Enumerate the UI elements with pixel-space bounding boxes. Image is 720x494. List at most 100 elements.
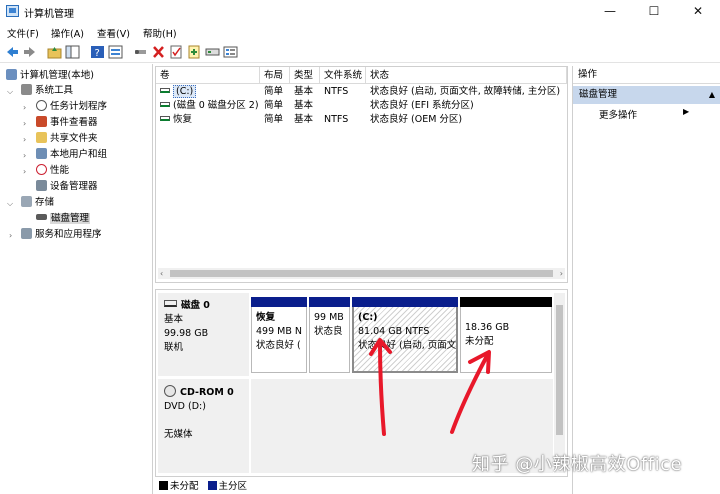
status-cell: 状态良好 (OEM 分区)	[370, 114, 463, 125]
toolbar: ?	[0, 42, 720, 63]
submenu-arrow-icon: ▶	[683, 107, 690, 116]
column-header-volume[interactable]: 卷	[156, 67, 260, 84]
partition-name: (C:)	[358, 312, 378, 323]
actions-header: 操作	[573, 66, 720, 84]
minimize-button[interactable]: —	[588, 0, 632, 23]
chevron-right-icon[interactable]: ›	[23, 103, 26, 112]
scroll-right-icon[interactable]: ›	[560, 268, 563, 279]
partition-recovery[interactable]: 恢复 499 MB N 状态良好 (	[251, 297, 307, 373]
status-cell: 状态良好 (启动, 页面文件, 故障转储, 主分区)	[370, 86, 561, 97]
up-folder-icon[interactable]	[47, 45, 62, 59]
drive-icon[interactable]	[205, 45, 220, 59]
volume-icon	[160, 102, 170, 107]
scrollbar-thumb[interactable]	[170, 270, 553, 277]
type-cell: 基本	[294, 114, 314, 125]
check-icon[interactable]	[169, 45, 184, 59]
menu-bar: 文件(F) 操作(A) 查看(V) 帮助(H)	[0, 23, 720, 42]
column-header-filesystem[interactable]: 文件系统	[320, 67, 366, 84]
disk-icon	[164, 300, 177, 307]
chevron-right-icon[interactable]: ›	[23, 135, 26, 144]
disk0-state: 联机	[164, 342, 184, 353]
menu-view[interactable]: 查看(V)	[97, 26, 130, 40]
tree-item-local-users[interactable]: 本地用户和组	[36, 147, 107, 162]
volume-icon	[160, 116, 170, 121]
tree-item-task-scheduler[interactable]: 任务计划程序	[36, 99, 107, 114]
tree-label-local-users: 本地用户和组	[50, 149, 108, 160]
tree-item-root[interactable]: 计算机管理(本地)	[6, 68, 94, 83]
delete-icon[interactable]	[151, 45, 166, 59]
column-header-layout[interactable]: 布局	[260, 67, 290, 84]
tree-item-services-apps[interactable]: 服务和应用程序	[21, 227, 102, 242]
tree-item-storage[interactable]: 存储	[21, 195, 54, 210]
filesystem-cell: NTFS	[324, 86, 349, 97]
tree-item-disk-management[interactable]: 磁盘管理	[36, 211, 91, 226]
actions-section[interactable]: 磁盘管理 ▲	[573, 86, 720, 104]
disk0-info[interactable]: 磁盘 0 基本 99.98 GB 联机	[158, 293, 249, 376]
type-cell: 基本	[294, 86, 314, 97]
cdrom-name: CD-ROM 0	[180, 387, 234, 398]
partition-bar	[352, 297, 458, 307]
volume-icon	[160, 88, 170, 93]
help-icon[interactable]: ?	[90, 45, 105, 59]
show-hide-tree-icon[interactable]	[65, 45, 80, 59]
new-volume-icon[interactable]	[187, 45, 202, 59]
shared-folder-icon	[36, 132, 47, 143]
device-manager-icon	[36, 180, 47, 191]
back-icon[interactable]	[5, 45, 20, 59]
title-bar: 计算机管理 — ☐ ✕	[0, 0, 720, 23]
properties-icon[interactable]	[108, 45, 123, 59]
filesystem-cell: NTFS	[324, 114, 349, 125]
collapse-up-icon[interactable]: ▲	[709, 86, 715, 104]
partition-box: 99 MB 状态良	[309, 307, 350, 373]
storage-icon	[21, 196, 32, 207]
layout-cell: 简单	[264, 100, 284, 111]
chevron-down-icon[interactable]: ⌵	[7, 199, 13, 209]
horizontal-scrollbar[interactable]: ‹ ›	[158, 268, 565, 279]
close-button[interactable]: ✕	[676, 0, 720, 23]
table-row[interactable]: (C:) 简单 基本 NTFS 状态良好 (启动, 页面文件, 故障转储, 主分…	[156, 85, 567, 99]
tree-label-task-scheduler: 任务计划程序	[50, 101, 108, 112]
more-actions[interactable]: 更多操作 ▶	[599, 107, 689, 121]
menu-action[interactable]: 操作(A)	[51, 26, 84, 40]
tree-label-system-tools: 系统工具	[35, 85, 74, 96]
tree-item-device-manager[interactable]: 设备管理器	[36, 179, 98, 194]
chevron-right-icon[interactable]: ›	[23, 167, 26, 176]
chevron-down-icon[interactable]: ⌵	[7, 87, 13, 97]
vertical-scrollbar[interactable]	[554, 293, 565, 473]
cdrom-media: 无媒体	[164, 429, 193, 440]
connect-icon[interactable]	[133, 45, 148, 59]
legend-unallocated-swatch	[159, 481, 168, 490]
scroll-left-icon[interactable]: ‹	[160, 268, 163, 279]
more-actions-label: 更多操作	[599, 110, 638, 121]
computer-icon	[6, 69, 17, 80]
table-row[interactable]: 恢复 简单 基本 NTFS 状态良好 (OEM 分区)	[156, 113, 567, 127]
scrollbar-thumb[interactable]	[556, 305, 563, 435]
red-annotation-arrows	[369, 338, 491, 436]
type-cell: 基本	[294, 100, 314, 111]
chevron-right-icon[interactable]: ›	[23, 151, 26, 160]
list-view-icon[interactable]	[223, 45, 238, 59]
maximize-button[interactable]: ☐	[632, 0, 676, 23]
column-header-type[interactable]: 类型	[290, 67, 320, 84]
tree-item-system-tools[interactable]: 系统工具	[21, 83, 73, 98]
tree-item-performance[interactable]: 性能	[36, 163, 69, 178]
chevron-right-icon[interactable]: ›	[9, 231, 12, 240]
performance-icon	[36, 164, 47, 175]
tree-item-event-viewer[interactable]: 事件查看器	[36, 115, 98, 130]
tree-label-device-manager: 设备管理器	[50, 181, 98, 192]
column-header-status[interactable]: 状态	[366, 67, 567, 84]
partition-efi[interactable]: 99 MB 状态良	[309, 297, 350, 373]
volume-name: 恢复	[173, 114, 193, 125]
forward-icon[interactable]	[22, 45, 37, 59]
tree-label-event-viewer: 事件查看器	[50, 117, 98, 128]
cdrom-info[interactable]: CD-ROM 0 DVD (D:) 无媒体	[158, 379, 249, 473]
legend-unallocated-label: 未分配	[170, 481, 199, 492]
menu-help[interactable]: 帮助(H)	[143, 26, 177, 40]
watermark: 知乎 @小辣椒高效Office	[472, 454, 683, 475]
layout-cell: 简单	[264, 114, 284, 125]
table-row[interactable]: (磁盘 0 磁盘分区 2) 简单 基本 状态良好 (EFI 系统分区)	[156, 99, 567, 113]
partition-bar	[309, 297, 350, 307]
chevron-right-icon[interactable]: ›	[23, 119, 26, 128]
menu-file[interactable]: 文件(F)	[7, 26, 39, 40]
tree-item-shared-folders[interactable]: 共享文件夹	[36, 131, 98, 146]
